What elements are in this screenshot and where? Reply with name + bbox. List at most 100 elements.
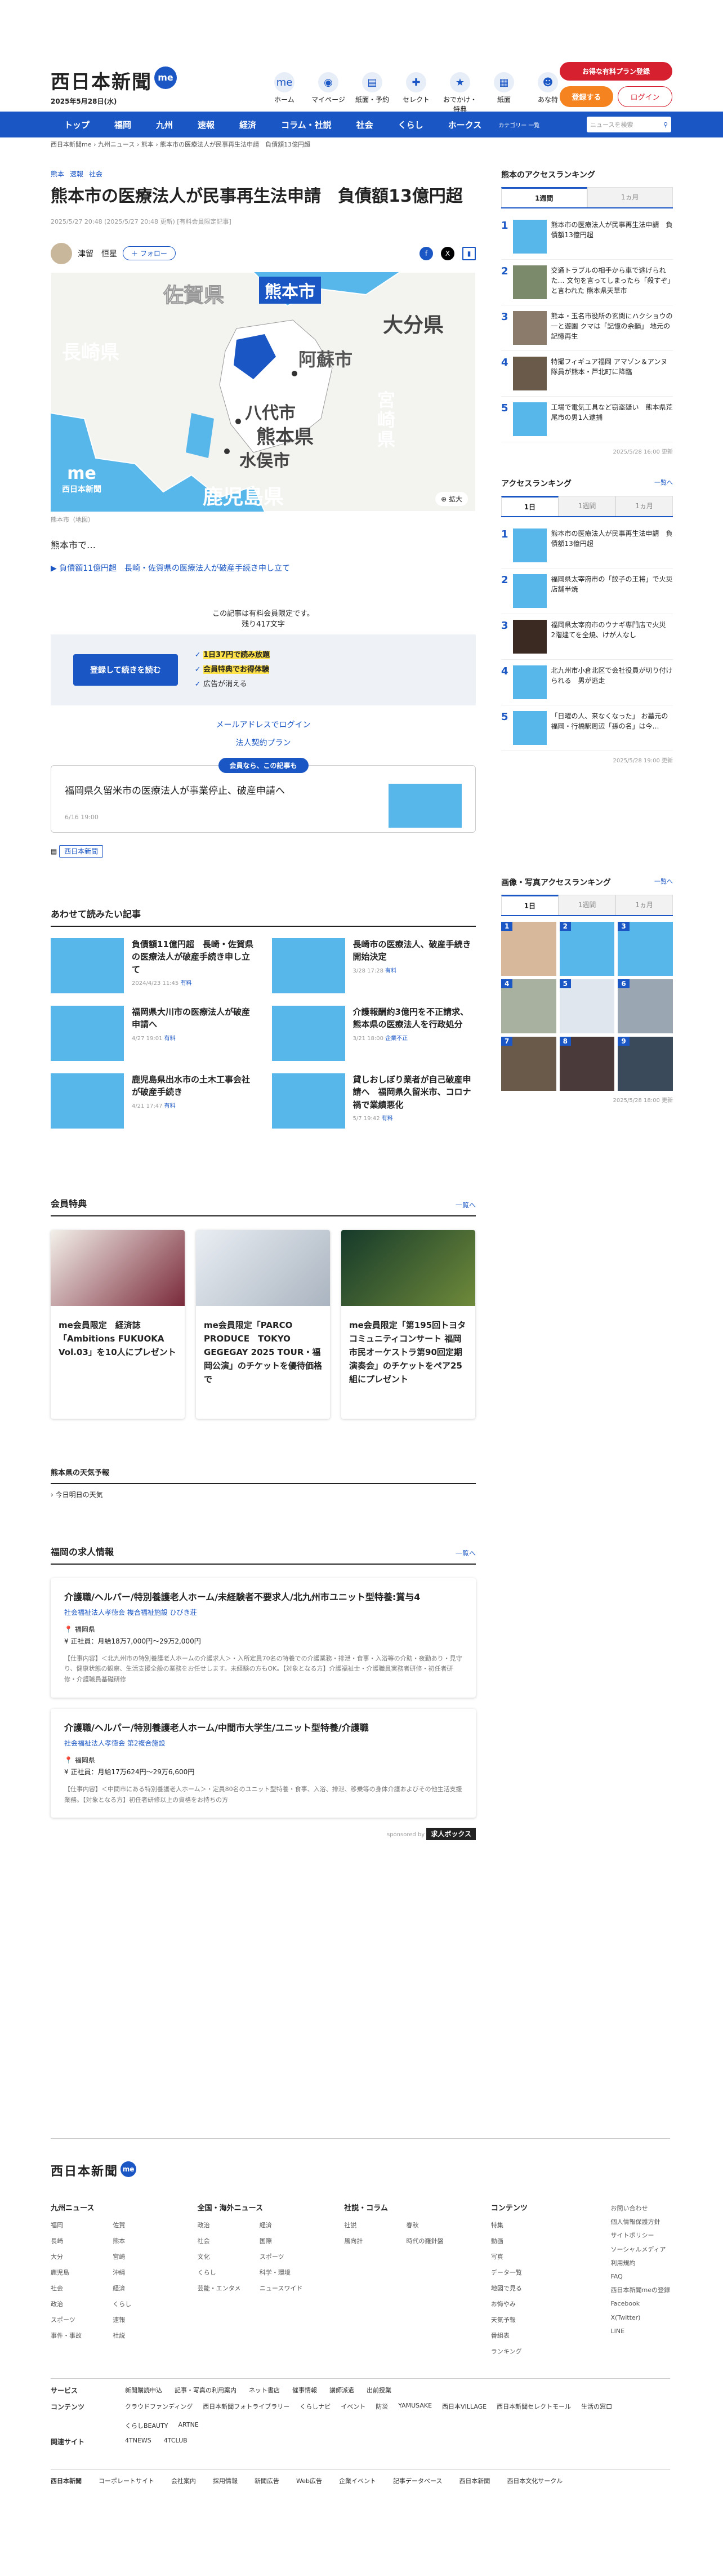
photo-item[interactable]: 7 (501, 1037, 556, 1091)
gnav-life[interactable]: くらし (386, 119, 436, 131)
ranking-item[interactable]: 5 「日曜の人、来なくなった」 お墓元の福岡・行橋駅周辺「孫の名」は今… (501, 705, 673, 751)
footer-link[interactable]: 文化 (198, 2252, 260, 2261)
gnav-economy[interactable]: 経済 (227, 119, 269, 131)
footer-link[interactable]: ニュースワイド (260, 2284, 322, 2293)
gnav-category[interactable]: カテゴリー 一覧 (494, 121, 544, 129)
footer-link[interactable]: 地図で見る (491, 2284, 588, 2293)
tag-link[interactable]: 社会 (89, 170, 102, 178)
login-button[interactable]: ログイン (618, 86, 672, 107)
nav-paper[interactable]: ▤ 紙面・予約 (352, 72, 392, 114)
footer-link[interactable]: 天気予報 (491, 2315, 588, 2324)
breadcrumb-item[interactable]: 西日本新聞me (51, 141, 91, 148)
gnav-breaking[interactable]: 速報 (185, 119, 227, 131)
more-link[interactable]: 一覧へ (456, 1200, 476, 1210)
more-link[interactable]: 一覧へ (456, 1548, 476, 1558)
footer-link[interactable]: ランキング (491, 2347, 588, 2356)
footer-link[interactable]: 採用情報 (213, 2476, 238, 2485)
footer-link[interactable]: 風向計 (344, 2236, 406, 2245)
footer-link[interactable]: 記事・写真の利用案内 (175, 2386, 236, 2395)
footer-link[interactable]: 沖縄 (113, 2268, 175, 2277)
related-link[interactable]: ▶ 負債額11億円超 長崎・佐賀県の医療法人が破産手続き申し立て (51, 562, 476, 574)
sponsor[interactable]: sponsored by 求人ボックス (51, 1828, 476, 1841)
footer-link[interactable]: FAQ (610, 2270, 670, 2284)
author-name[interactable]: 津留 恒星 (78, 248, 117, 259)
perk-card[interactable]: me会員限定「PARCO PRODUCE TOKYO GEGEGAY 2025 … (196, 1229, 330, 1419)
ranking-item[interactable]: 4 特撮フィギュア福岡 アマゾン＆アンヌ隊員が熊本・芦北町に降臨 (501, 351, 673, 397)
footer-link[interactable]: Web広告 (296, 2476, 322, 2485)
recommend-item[interactable]: 負債額11億円超 長崎・佐賀県の医療法人が破産手続き申し立て 2024/4/23 … (51, 938, 255, 993)
footer-link[interactable]: スポーツ (51, 2315, 113, 2324)
photo-item[interactable]: 6 (618, 979, 673, 1033)
job-card[interactable]: 介護職/ヘルパー/特別養護老人ホーム/中間市大学生/ユニット型特養/介護職 社会… (51, 1709, 476, 1818)
footer-link[interactable]: 番組表 (491, 2331, 588, 2340)
weather-link[interactable]: › 今日明日の天気 (51, 1490, 476, 1499)
footer-link[interactable]: 個人情報保護方針 (610, 2215, 670, 2229)
ranking-item[interactable]: 3 熊本・玉名市役所の玄関にハクショウの一と遊園 クマは「記憶の余韻」 地元の記憶… (501, 305, 673, 351)
corporate-plan-link[interactable]: 法人契約プラン (51, 737, 476, 748)
ranking-item[interactable]: 4 北九州市小倉北区で会社役員が切り付けられる 男が逃走 (501, 660, 673, 705)
photo-item[interactable]: 1 (501, 922, 556, 976)
footer-link[interactable]: 経済 (260, 2220, 322, 2229)
gnav-hawks[interactable]: ホークス (436, 119, 494, 131)
footer-link[interactable]: 政治 (198, 2220, 260, 2229)
gnav-society[interactable]: 社会 (344, 119, 386, 131)
nav-mypage[interactable]: ◉ マイページ (309, 72, 348, 114)
tag-link[interactable]: 速報 (70, 170, 83, 178)
ranking-item[interactable]: 3 福岡県太宰府市のウナギ専門店で火災 2階建てを全焼、けが人なし (501, 614, 673, 660)
footer-link[interactable]: 防災 (376, 2402, 388, 2411)
footer-link[interactable]: 会社案内 (171, 2476, 196, 2485)
footer-link[interactable]: データ一覧 (491, 2268, 588, 2277)
footer-link[interactable]: 長崎 (51, 2236, 113, 2245)
footer-link[interactable]: くらし (198, 2268, 260, 2277)
tab-day[interactable]: 1日 (501, 496, 559, 516)
footer-link[interactable]: 鹿児島 (51, 2268, 113, 2277)
photo-item[interactable]: 2 (559, 922, 615, 976)
tab-month[interactable]: 1ヵ月 (615, 895, 673, 915)
footer-link[interactable]: 社会 (51, 2284, 113, 2293)
footer-link[interactable]: 佐賀 (113, 2220, 175, 2229)
email-login-link[interactable]: メールアドレスでログイン (51, 719, 476, 730)
footer-link[interactable]: ソーシャルメディア (610, 2243, 670, 2257)
footer-link[interactable]: クラウドファンディング (125, 2402, 193, 2411)
footer-link[interactable]: 速報 (113, 2315, 175, 2324)
footer-link[interactable]: YAMUSAKE (398, 2402, 432, 2411)
footer-link[interactable]: 時代の羅針盤 (407, 2236, 468, 2245)
footer-link[interactable]: 社説 (344, 2220, 406, 2229)
recommend-item[interactable]: 貸しおしぼり業者が自己破産申請へ 福岡県久留米市、コロナ禍で業績悪化 5/7 19… (271, 1073, 476, 1129)
footer-link[interactable]: 記事データベース (393, 2476, 442, 2485)
footer-link[interactable]: 西日本新聞セレクトモール (497, 2402, 571, 2411)
footer-link[interactable]: 事件・事故 (51, 2331, 113, 2340)
footer-link[interactable]: くらし (113, 2299, 175, 2308)
recommend-item[interactable]: 長崎市の医療法人、破産手続き開始決定 3/28 17:28 有料 (271, 938, 476, 993)
ranking-item[interactable]: 1 熊本市の医療法人が民事再生法申請 負債額13億円超 (501, 214, 673, 260)
x-icon[interactable]: X (441, 246, 454, 260)
footer-link[interactable]: 経済 (113, 2284, 175, 2293)
tab-month[interactable]: 1ヵ月 (587, 187, 673, 207)
nav-home[interactable]: me ホーム (265, 72, 304, 114)
footer-link[interactable]: 西日本新聞フォトライブラリー (203, 2402, 289, 2411)
footer-link[interactable]: コーポレートサイト (99, 2476, 154, 2485)
footer-link[interactable]: 大分 (51, 2252, 113, 2261)
footer-link[interactable]: お悔やみ (491, 2299, 588, 2308)
tab-week[interactable]: 1週間 (501, 187, 587, 207)
footer-link[interactable]: X(Twitter) (610, 2311, 670, 2325)
footer-link[interactable]: お問い合わせ (610, 2202, 670, 2215)
footer-link[interactable]: イベント (341, 2402, 365, 2411)
photo-item[interactable]: 5 (559, 979, 615, 1033)
footer-link[interactable]: 国際 (260, 2236, 322, 2245)
site-logo[interactable]: 西日本新聞 me 2025年5月28日(水) (51, 66, 177, 106)
tab-day[interactable]: 1日 (501, 895, 559, 915)
footer-link[interactable]: 熊本 (113, 2236, 175, 2245)
footer-link[interactable]: 企業イベント (339, 2476, 376, 2485)
footer-link[interactable]: サイトポリシー (610, 2229, 670, 2242)
nav-outing[interactable]: ★ おでかけ・特典 (440, 72, 480, 114)
footer-link[interactable]: 写真 (491, 2252, 588, 2261)
gnav-top[interactable]: トップ (52, 119, 102, 131)
nav-newspaper[interactable]: ▦ 紙面 (484, 72, 524, 114)
footer-link[interactable]: 宮崎 (113, 2252, 175, 2261)
footer-link[interactable]: くらしナビ (300, 2402, 331, 2411)
tag-link[interactable]: 熊本 (51, 170, 64, 178)
footer-link[interactable]: 科学・環境 (260, 2268, 322, 2277)
footer-link[interactable]: 生活の窓口 (581, 2402, 612, 2411)
footer-link[interactable]: LINE (610, 2325, 670, 2338)
